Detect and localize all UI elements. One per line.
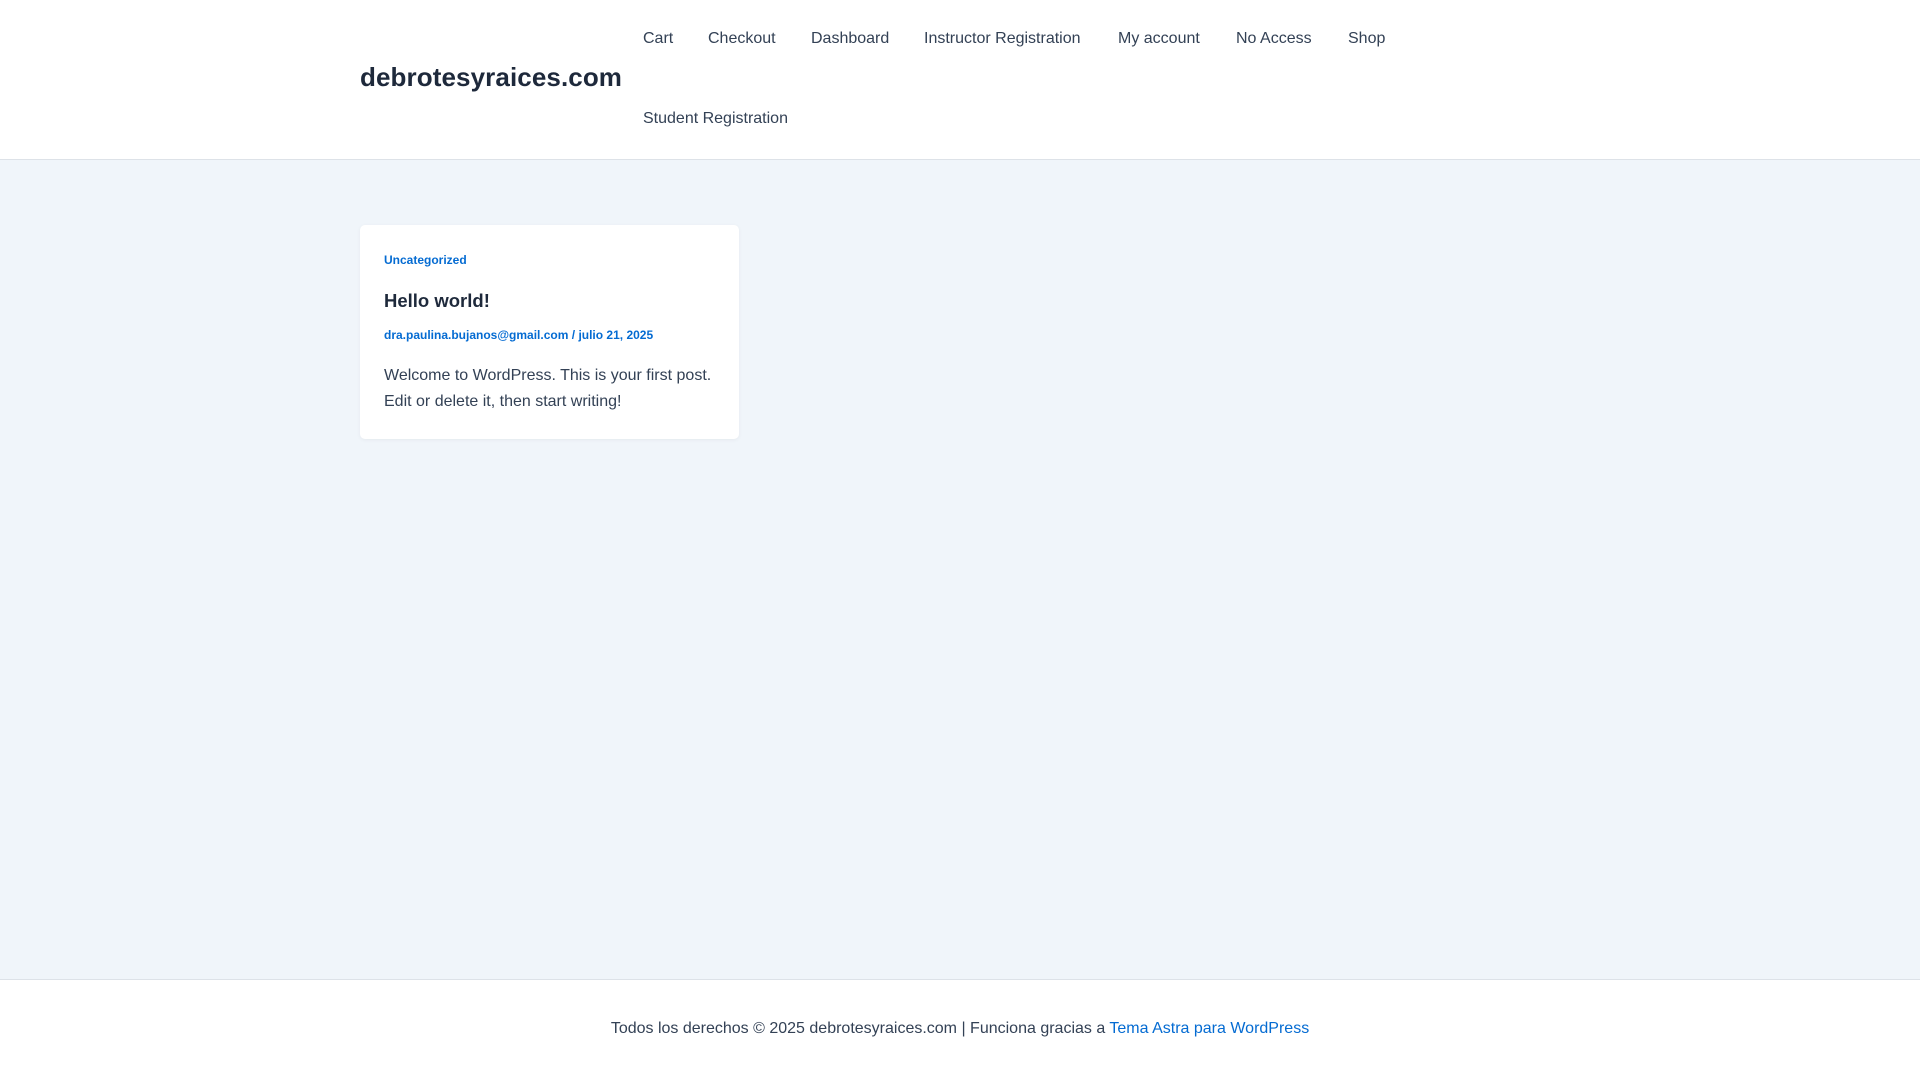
nav-item-student-registration[interactable]: Student Registration [643, 109, 788, 129]
footer-copyright: Todos los derechos © 2025 debrotesyraice… [0, 1020, 1920, 1038]
nav-item-checkout[interactable]: Checkout [708, 29, 776, 49]
post-excerpt: Welcome to WordPress. This is your first… [384, 367, 712, 410]
post-date-link[interactable]: julio 21, 2025 [578, 328, 653, 342]
post-meta: dra.paulina.bujanos@gmail.com / julio 21… [384, 328, 653, 342]
nav-item-cart[interactable]: Cart [643, 29, 673, 49]
nav-item-instructor-registration[interactable]: Instructor Registration [924, 29, 1081, 49]
nav-item-my-account[interactable]: My account [1118, 29, 1200, 49]
main-content [0, 160, 1920, 979]
post-author-link[interactable]: dra.paulina.bujanos@gmail.com [384, 328, 568, 342]
post-category-link[interactable]: Uncategorized [384, 253, 467, 267]
site-title-link[interactable]: debrotesyraices.com [360, 62, 622, 93]
post-card: Uncategorized Hello world! dra.paulina.b… [360, 225, 739, 439]
site-footer: Todos los derechos © 2025 debrotesyraice… [0, 979, 1920, 1080]
nav-item-dashboard[interactable]: Dashboard [811, 29, 889, 49]
post-title-link[interactable]: Hello world! [384, 290, 490, 312]
footer-theme-link[interactable]: Tema Astra para WordPress [1109, 1020, 1309, 1037]
nav-item-no-access[interactable]: No Access [1236, 29, 1312, 49]
site-header: debrotesyraices.com Cart Checkout Dashbo… [0, 0, 1920, 160]
footer-copyright-text: Todos los derechos © 2025 debrotesyraice… [610, 1020, 1110, 1037]
nav-item-shop[interactable]: Shop [1348, 29, 1385, 49]
